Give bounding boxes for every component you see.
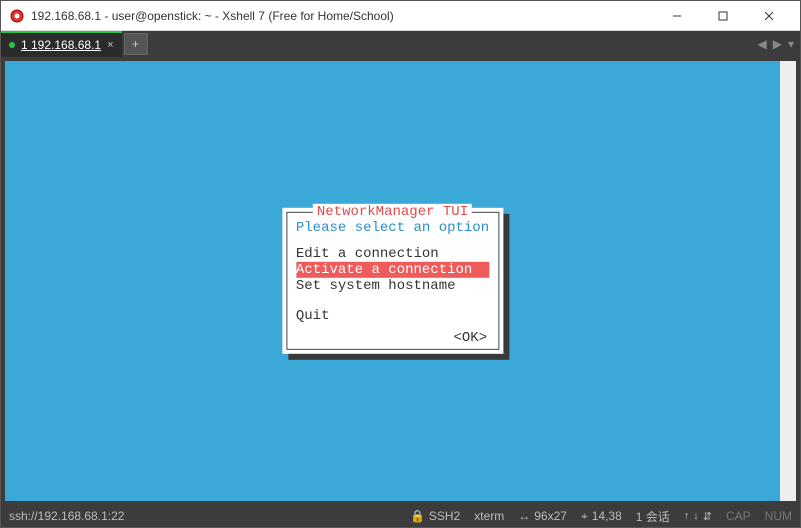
menu-item-2[interactable]: Set system hostname (296, 278, 489, 294)
down-icon[interactable]: ↓ (693, 510, 699, 522)
window-title: 192.168.68.1 - user@openstick: ~ - Xshel… (31, 9, 654, 23)
status-termtype: xterm (474, 509, 504, 523)
tab-strip: 1 192.168.68.1 × + ◀ ▶ ▾ (1, 31, 800, 57)
maximize-button[interactable] (700, 1, 746, 31)
menu-item-0[interactable]: Edit a connection (296, 246, 489, 262)
window-buttons (654, 1, 792, 31)
status-arrows: ↑ ↓ ⇵ (684, 510, 712, 523)
status-dot-icon (9, 42, 15, 48)
new-tab-button[interactable]: + (124, 33, 148, 55)
menu-item-quit[interactable]: Quit (296, 308, 489, 324)
minimize-button[interactable] (654, 1, 700, 31)
position-icon: ⌖ (581, 509, 588, 524)
terminal[interactable]: NetworkManager TUI Please select an opti… (5, 61, 780, 501)
tui-dialog: NetworkManager TUI Please select an opti… (282, 208, 503, 354)
titlebar: 192.168.68.1 - user@openstick: ~ - Xshel… (1, 1, 800, 31)
tui-prompt: Please select an option (296, 220, 489, 236)
menu-item-1[interactable]: Activate a connection (296, 262, 489, 278)
status-cap: CAP (726, 509, 751, 523)
tab-nav-left-icon[interactable]: ◀ (758, 37, 767, 51)
tab-nav-menu-icon[interactable]: ▾ (788, 37, 794, 51)
tab-close-icon[interactable]: × (107, 39, 113, 51)
status-sessions: 1 会话 (636, 508, 670, 525)
status-cursor: ⌖ 14,38 (581, 509, 622, 524)
close-button[interactable] (746, 1, 792, 31)
status-size: ↔ 96x27 (518, 509, 567, 523)
status-ssh: ssh://192.168.68.1:22 (9, 509, 124, 523)
vertical-scrollbar[interactable] (780, 61, 796, 501)
status-bar: ssh://192.168.68.1:22 🔒 SSH2 xterm ↔ 96x… (1, 505, 800, 527)
up-icon[interactable]: ↑ (684, 510, 690, 522)
tab-nav: ◀ ▶ ▾ (752, 31, 801, 57)
lock-icon: 🔒 (410, 509, 425, 523)
tab-nav-right-icon[interactable]: ▶ (773, 37, 782, 51)
terminal-wrap: NetworkManager TUI Please select an opti… (1, 57, 800, 505)
app-icon (9, 8, 25, 24)
status-proto: 🔒 SSH2 (410, 509, 460, 523)
status-num: NUM (765, 509, 792, 523)
app-window: 192.168.68.1 - user@openstick: ~ - Xshel… (0, 0, 801, 528)
tab-label: 1 192.168.68.1 (21, 38, 101, 52)
resize-icon: ↔ (518, 509, 530, 523)
session-tab[interactable]: 1 192.168.68.1 × (1, 31, 122, 57)
ok-button[interactable]: <OK> (296, 330, 489, 346)
swap-icon[interactable]: ⇵ (703, 510, 712, 523)
